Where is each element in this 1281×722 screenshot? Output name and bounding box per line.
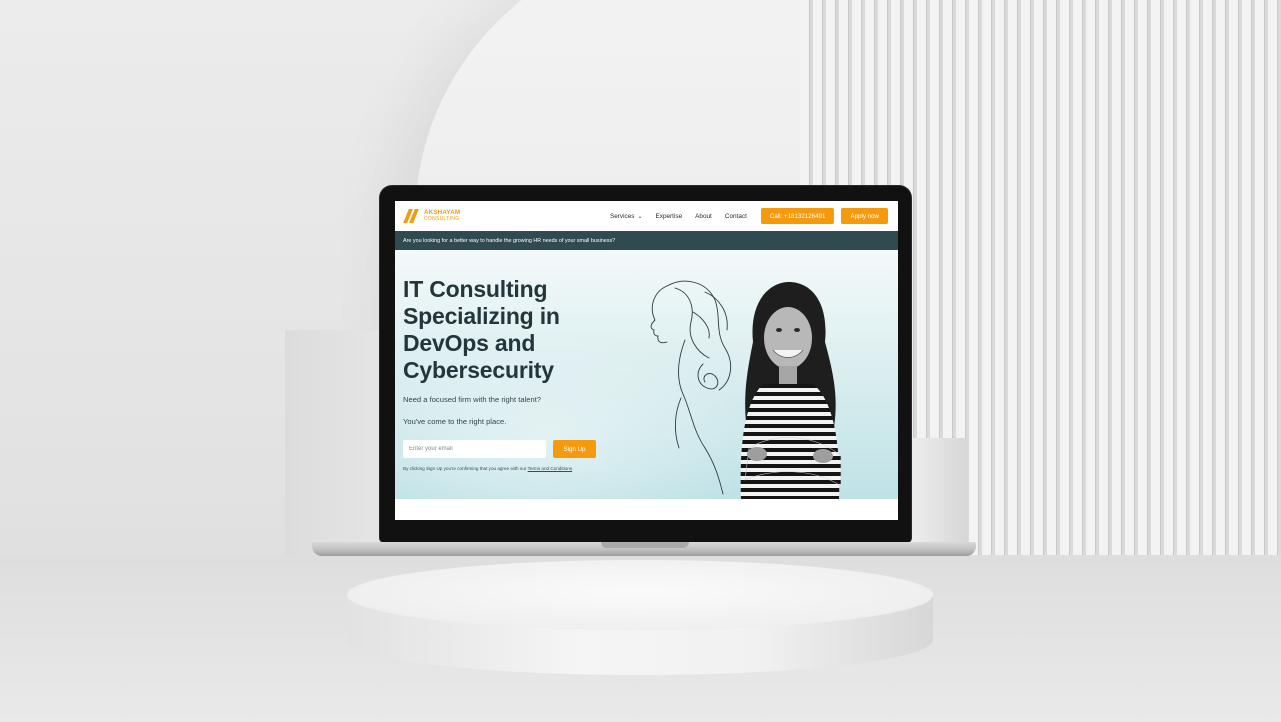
chevron-down-icon: ⌄ (637, 213, 643, 220)
terms-prefix: By clicking Sign Up you're confirming th… (403, 466, 528, 471)
sign-up-button[interactable]: Sign Up (553, 440, 596, 458)
hero-title: IT Consulting Specializing in DevOps and… (403, 276, 560, 383)
nav-item-about-label: About (695, 212, 712, 220)
hero-subtitle: Need a focused firm with the right talen… (403, 395, 542, 404)
terms-suffix: . (572, 466, 574, 471)
logo-text: AKSHAYAM CONSULTING (424, 210, 460, 221)
nav-item-expertise[interactable]: Expertise (655, 213, 682, 220)
nav-item-contact[interactable]: Contact (725, 213, 747, 220)
logo-mark-icon (403, 209, 420, 223)
call-button[interactable]: Call: +18132126491 (760, 208, 835, 224)
line-art-woman-icon (650, 280, 732, 495)
site-navbar: AKSHAYAM CONSULTING Services ⌄ Expertise… (395, 201, 898, 231)
promo-text: Are you looking for a better way to hand… (403, 237, 616, 244)
nav-item-contact-label: Contact (724, 212, 747, 220)
logo-line2: CONSULTING (424, 215, 460, 222)
nav-item-services-label: Services (609, 212, 635, 220)
portrait-photo (740, 282, 842, 499)
nav-item-about[interactable]: About (695, 213, 712, 220)
pedestal-top (347, 560, 933, 630)
nav-item-services[interactable]: Services ⌄ (610, 213, 643, 220)
nav-links: Services ⌄ Expertise About Contact (610, 213, 747, 220)
hero-tagline: You've come to the right place. (403, 417, 507, 426)
laptop-screen: AKSHAYAM CONSULTING Services ⌄ Expertise… (395, 201, 898, 520)
site-logo[interactable]: AKSHAYAM CONSULTING (403, 209, 460, 223)
terms-link[interactable]: Terms and Conditions (528, 466, 572, 471)
laptop-notch (601, 542, 689, 548)
nav-buttons: Call: +18132126491 Apply now (760, 208, 888, 224)
email-input[interactable] (403, 440, 546, 458)
apply-now-button[interactable]: Apply now (841, 208, 888, 224)
hero-illustration (650, 280, 842, 499)
terms-notice: By clicking Sign Up you're confirming th… (403, 466, 573, 471)
hero-section: IT Consulting Specializing in DevOps and… (395, 250, 898, 499)
page-footer-strip (395, 499, 898, 520)
nav-item-expertise-label: Expertise (655, 212, 683, 220)
promo-bar: Are you looking for a better way to hand… (395, 231, 898, 250)
